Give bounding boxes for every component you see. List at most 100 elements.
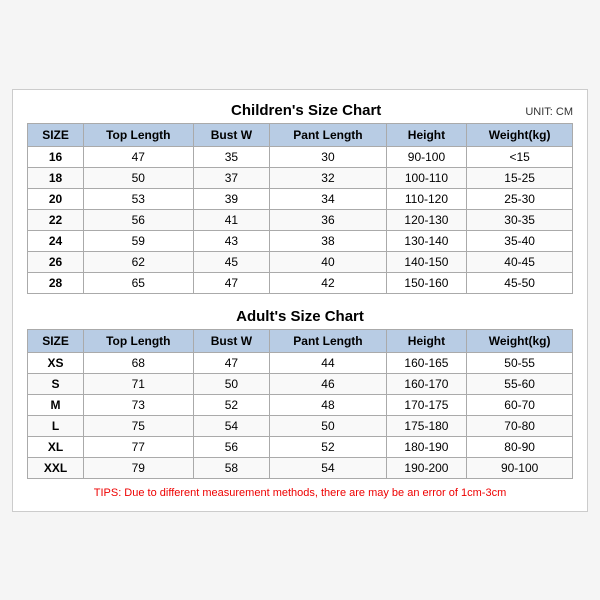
table-row: 22564136120-13030-35 [28,209,573,230]
table-cell: 47 [193,272,270,293]
table-cell: M [28,394,84,415]
table-row: 18503732100-11015-25 [28,167,573,188]
table-cell: 48 [270,394,386,415]
table-cell: 35 [193,146,270,167]
table-cell: 100-110 [386,167,467,188]
table-cell: 47 [84,146,193,167]
table-cell: 18 [28,167,84,188]
table-cell: 71 [84,373,193,394]
table-cell: 130-140 [386,230,467,251]
table-cell: 15-25 [467,167,573,188]
table-cell: 75 [84,415,193,436]
table-cell: 170-175 [386,394,467,415]
table-cell: 45 [193,251,270,272]
table-cell: 38 [270,230,386,251]
table-cell: 190-200 [386,457,467,478]
table-cell: 160-170 [386,373,467,394]
table-row: 24594338130-14035-40 [28,230,573,251]
table-cell: 150-160 [386,272,467,293]
table-cell: 50 [270,415,386,436]
table-cell: 47 [193,352,270,373]
table-row: XS684744160-16550-55 [28,352,573,373]
adults-col-size: SIZE [28,329,84,352]
table-cell: L [28,415,84,436]
table-cell: 60-70 [467,394,573,415]
table-cell: 175-180 [386,415,467,436]
table-cell: 56 [193,436,270,457]
table-cell: 46 [270,373,386,394]
table-cell: 59 [84,230,193,251]
table-cell: 55-60 [467,373,573,394]
tips-text: TIPS: Due to different measurement metho… [27,487,573,499]
table-cell: 36 [270,209,386,230]
table-cell: 65 [84,272,193,293]
table-row: M735248170-17560-70 [28,394,573,415]
table-row: XXL795854190-20090-100 [28,457,573,478]
children-header-row: SIZE Top Length Bust W Pant Length Heigh… [28,123,573,146]
children-col-height: Height [386,123,467,146]
adults-col-height: Height [386,329,467,352]
table-cell: 140-150 [386,251,467,272]
table-cell: 39 [193,188,270,209]
children-chart-section: Children's Size Chart UNIT: CM SIZE Top … [27,102,573,294]
table-cell: 24 [28,230,84,251]
table-cell: 110-120 [386,188,467,209]
table-cell: 50 [193,373,270,394]
table-row: 28654742150-16045-50 [28,272,573,293]
children-table: SIZE Top Length Bust W Pant Length Heigh… [27,123,573,294]
table-cell: 28 [28,272,84,293]
table-cell: 35-40 [467,230,573,251]
size-chart-container: Children's Size Chart UNIT: CM SIZE Top … [12,89,588,512]
table-cell: 73 [84,394,193,415]
table-cell: 32 [270,167,386,188]
table-cell: 20 [28,188,84,209]
table-cell: 54 [193,415,270,436]
children-col-pantlength: Pant Length [270,123,386,146]
table-cell: 53 [84,188,193,209]
table-cell: 40 [270,251,386,272]
table-cell: XXL [28,457,84,478]
table-cell: 90-100 [467,457,573,478]
table-cell: 90-100 [386,146,467,167]
table-cell: 43 [193,230,270,251]
children-chart-title: Children's Size Chart [87,102,525,119]
table-cell: 30 [270,146,386,167]
table-cell: S [28,373,84,394]
table-cell: 30-35 [467,209,573,230]
children-col-size: SIZE [28,123,84,146]
table-cell: 52 [270,436,386,457]
table-row: 20533934110-12025-30 [28,188,573,209]
unit-label: UNIT: CM [525,106,573,118]
children-col-toplength: Top Length [84,123,193,146]
adults-chart-title: Adult's Size Chart [87,308,513,325]
table-cell: 54 [270,457,386,478]
table-cell: 25-30 [467,188,573,209]
adults-header-row: SIZE Top Length Bust W Pant Length Heigh… [28,329,573,352]
table-cell: 22 [28,209,84,230]
table-cell: XS [28,352,84,373]
table-cell: 180-190 [386,436,467,457]
table-cell: 62 [84,251,193,272]
table-cell: 44 [270,352,386,373]
adults-col-toplength: Top Length [84,329,193,352]
table-cell: 42 [270,272,386,293]
table-cell: 26 [28,251,84,272]
table-cell: 80-90 [467,436,573,457]
table-cell: 70-80 [467,415,573,436]
table-cell: 40-45 [467,251,573,272]
table-cell: <15 [467,146,573,167]
table-cell: 160-165 [386,352,467,373]
table-cell: 50 [84,167,193,188]
table-cell: 52 [193,394,270,415]
adults-col-pantlength: Pant Length [270,329,386,352]
children-title-row: Children's Size Chart UNIT: CM [27,102,573,119]
adults-table: SIZE Top Length Bust W Pant Length Heigh… [27,329,573,479]
table-cell: 41 [193,209,270,230]
table-cell: XL [28,436,84,457]
children-col-weight: Weight(kg) [467,123,573,146]
table-row: XL775652180-19080-90 [28,436,573,457]
table-cell: 79 [84,457,193,478]
table-cell: 120-130 [386,209,467,230]
table-row: 26624540140-15040-45 [28,251,573,272]
table-cell: 56 [84,209,193,230]
